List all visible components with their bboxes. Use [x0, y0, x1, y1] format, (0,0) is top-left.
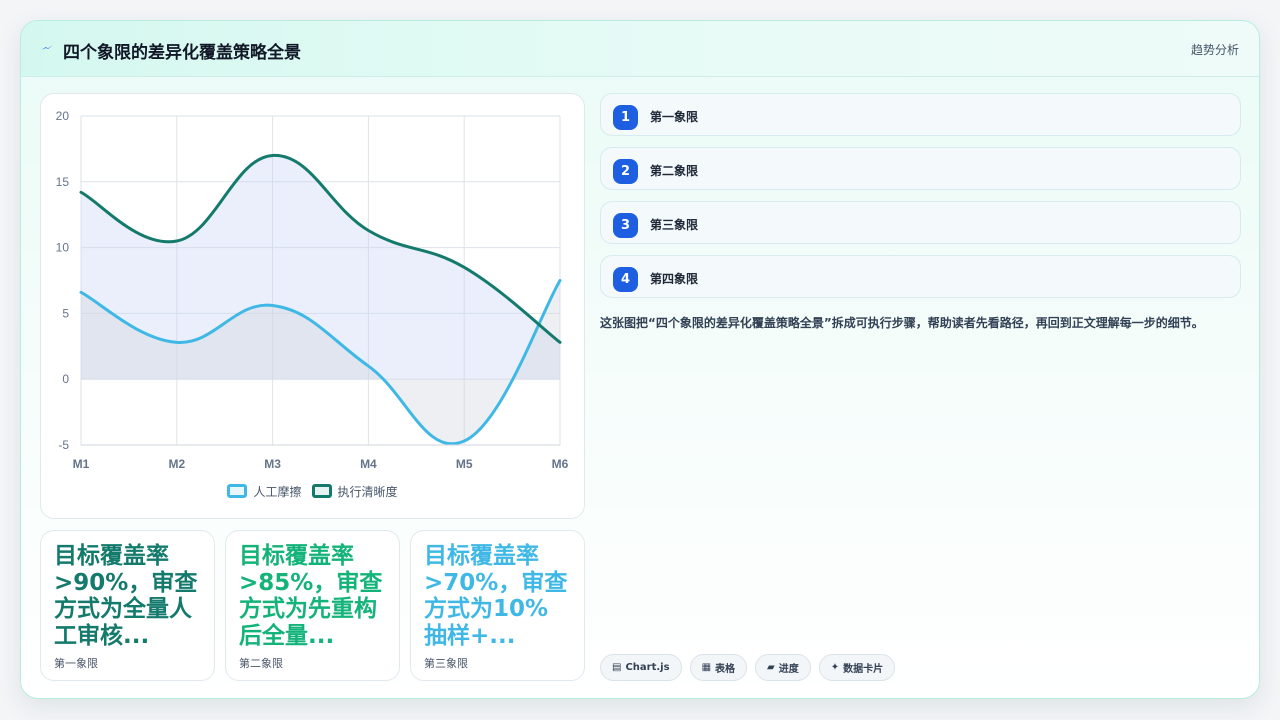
x-tick-label: M2: [168, 457, 185, 471]
tool-table[interactable]: ▦ 表格: [689, 654, 748, 681]
legend-item-1[interactable]: 执行清晰度: [311, 482, 398, 500]
tool-label: Chart.js: [625, 662, 670, 673]
chart-legend: 人工摩擦 执行清晰度: [41, 482, 584, 500]
tool-tags: ▤ Chart.js ▦ 表格 ▰ 进度 ✦ 数据卡片: [600, 654, 896, 681]
header-tag[interactable]: 趋势分析: [1191, 41, 1239, 58]
step-label: 第二象限: [650, 164, 699, 178]
step-item-4[interactable]: 4 第四象限: [600, 255, 1241, 298]
sparkle-icon: ✦: [830, 662, 840, 673]
legend-item-0[interactable]: 人工摩擦: [227, 482, 302, 500]
step-label: 第四象限: [650, 272, 699, 286]
y-tick-label: 15: [56, 175, 70, 189]
stat-value: 目标覆盖率>90%，审查方式为全量人工审核...: [54, 543, 198, 649]
stat-value: 目标覆盖率>85%，审查方式为先重构后全量...: [239, 543, 383, 649]
x-tick-label: M3: [264, 457, 281, 471]
stat-label: 第三象限: [424, 657, 468, 670]
lightning-icon: [41, 45, 53, 50]
step-item-1[interactable]: 1 第一象限: [600, 93, 1241, 136]
chart-icon: ▤: [612, 662, 622, 673]
card-header: 四个象限的差异化覆盖策略全景 趋势分析: [21, 21, 1259, 77]
x-tick-label: M5: [456, 457, 473, 471]
y-tick-label: 10: [56, 241, 70, 255]
step-item-2[interactable]: 2 第二象限: [600, 147, 1241, 190]
table-icon: ▦: [701, 662, 712, 673]
x-tick-label: M1: [73, 457, 90, 471]
legend-swatch-0: [227, 484, 248, 498]
tool-label: 表格: [715, 664, 736, 675]
tool-label: 数据卡片: [843, 664, 884, 675]
chart-svg: -5 0 5 10 15 20 M1 M2 M3 M4 M5 M6: [56, 109, 569, 471]
step-label: 第三象限: [650, 218, 699, 232]
main-card: 四个象限的差异化覆盖策略全景 趋势分析 -5 0 5 10 15 20 M1 M2 M3 M4 M5…: [20, 20, 1260, 699]
tool-label: 进度: [778, 664, 799, 675]
stat-value: 目标覆盖率>70%，审查方式为10%抽样+...: [424, 543, 568, 649]
tool-chartjs[interactable]: ▤ Chart.js: [600, 654, 682, 681]
step-list: 1 第一象限 2 第二象限 3 第三象限 4 第四象限: [600, 93, 1241, 309]
legend-swatch-1: [311, 484, 332, 498]
y-tick-label: -5: [58, 438, 69, 452]
step-item-3[interactable]: 3 第三象限: [600, 201, 1241, 244]
x-tick-label: M6: [552, 457, 569, 471]
x-tick-label: M4: [360, 457, 377, 471]
stat-label: 第一象限: [54, 657, 98, 670]
y-tick-label: 20: [56, 109, 70, 123]
step-number: 3: [613, 213, 638, 238]
step-number: 1: [613, 105, 638, 130]
description-text: 这张图把“四个象限的差异化覆盖策略全景”拆成可执行步骤，帮助读者先看路径，再回到…: [600, 316, 1204, 330]
legend-label-1: 执行清晰度: [337, 484, 398, 499]
tool-data-card[interactable]: ✦ 数据卡片: [818, 654, 896, 681]
page-title: 四个象限的差异化覆盖策略全景: [63, 43, 301, 63]
stat-card-3: 目标覆盖率>70%，审查方式为10%抽样+... 第三象限: [410, 530, 585, 681]
legend-label-0: 人工摩擦: [253, 484, 302, 499]
stat-card-2: 目标覆盖率>85%，审查方式为先重构后全量... 第二象限: [225, 530, 400, 681]
step-label: 第一象限: [650, 110, 699, 124]
line-chart: -5 0 5 10 15 20 M1 M2 M3 M4 M5 M6 人工摩擦 执行清晰度: [40, 93, 585, 519]
step-number: 2: [613, 159, 638, 184]
step-number: 4: [613, 267, 638, 292]
y-tick-label: 0: [62, 372, 69, 386]
stat-card-1: 目标覆盖率>90%，审查方式为全量人工审核... 第一象限: [40, 530, 215, 681]
stat-label: 第二象限: [239, 657, 283, 670]
tool-progress[interactable]: ▰ 进度: [755, 654, 811, 681]
progress-icon: ▰: [767, 662, 775, 673]
y-tick-label: 5: [62, 306, 69, 320]
